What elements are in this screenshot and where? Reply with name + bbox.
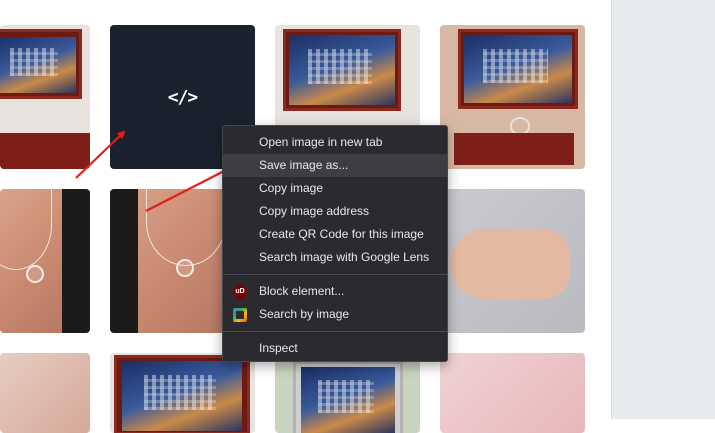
gallery-image[interactable] [0,189,90,333]
menu-search-by-image-label: Search by image [259,307,350,321]
menu-separator [223,274,447,275]
gallery-image[interactable] [0,353,90,433]
menu-separator [223,331,447,332]
menu-block-element[interactable]: uD Block element... [223,280,447,303]
code-icon: </> [167,86,198,108]
context-menu: Open image in new tab Save image as... C… [222,125,448,362]
gallery-image[interactable] [0,25,90,169]
menu-copy-image[interactable]: Copy image [223,177,447,200]
menu-copy-image-address[interactable]: Copy image address [223,200,447,223]
menu-save-image-as[interactable]: Save image as... [223,154,447,177]
gallery-image[interactable] [440,25,585,169]
menu-search-by-image[interactable]: Search by image [223,303,447,326]
menu-inspect[interactable]: Inspect [223,337,447,360]
search-by-image-icon [233,308,247,322]
menu-search-google-lens[interactable]: Search image with Google Lens [223,246,447,269]
gallery-image[interactable] [440,353,585,433]
ublock-origin-icon: uD [233,285,247,299]
menu-open-image-new-tab[interactable]: Open image in new tab [223,131,447,154]
gallery-image[interactable] [110,353,255,433]
gallery-image[interactable] [440,189,585,333]
menu-create-qr-code[interactable]: Create QR Code for this image [223,223,447,246]
gallery-image[interactable] [275,353,420,433]
right-sidebar [612,0,715,419]
menu-block-element-label: Block element... [259,284,345,298]
